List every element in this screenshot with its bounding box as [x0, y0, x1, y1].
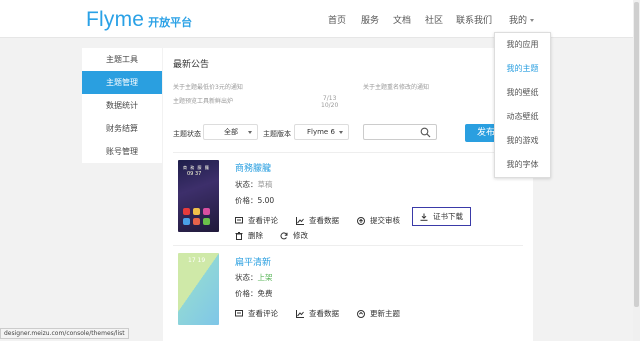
- action-label: 修改: [293, 231, 308, 240]
- action-label: 查看数据: [309, 309, 339, 318]
- notice-item[interactable]: 主题预览工具新鲜出炉: [173, 96, 233, 105]
- view-data-button[interactable]: 查看数据: [296, 215, 339, 226]
- action-label: 提交审核: [370, 216, 400, 225]
- status-select[interactable]: 全部: [203, 124, 258, 140]
- comment-icon: [235, 216, 243, 223]
- sidebar-item-theme-tools[interactable]: 主题工具: [82, 48, 162, 71]
- menu-item-my-wallpapers[interactable]: 我的壁纸: [495, 81, 550, 105]
- notice-item[interactable]: 关于主题最低价3元的通知: [173, 82, 243, 91]
- nav-user-menu[interactable]: 我的: [509, 13, 535, 26]
- theme-name-link[interactable]: 商務朦朧: [235, 161, 271, 174]
- action-label: 更新主题: [370, 309, 400, 318]
- theme-price: 价格：免费: [235, 288, 273, 299]
- refresh-icon: [357, 309, 365, 318]
- status-badge: 上架: [257, 273, 273, 282]
- nav-community[interactable]: 社区: [425, 13, 443, 26]
- menu-item-live-wallpapers[interactable]: 动态壁纸: [495, 105, 550, 129]
- price-label: 价格：: [235, 289, 258, 298]
- action-label: 查看评论: [248, 216, 278, 225]
- brand-subtitle: 开放平台: [148, 16, 193, 29]
- app-icon: [193, 208, 200, 215]
- user-menu-label: 我的: [509, 16, 528, 26]
- chevron-down-icon: [530, 19, 535, 22]
- version-filter-label: 主题版本: [263, 130, 291, 138]
- notice-item[interactable]: 关于主题重名修改的通知: [363, 82, 429, 91]
- certificate-download-button[interactable]: 证书下载: [412, 207, 471, 226]
- app-icon: [183, 208, 190, 215]
- menu-item-my-apps[interactable]: 我的应用: [495, 33, 550, 57]
- status-filter-label: 主题状态: [173, 130, 201, 138]
- sidebar-item-theme-management[interactable]: 主题管理: [82, 71, 162, 94]
- version-select-value: Flyme 6: [307, 128, 335, 136]
- view-comments-button[interactable]: 查看评论: [235, 215, 278, 226]
- menu-item-my-games[interactable]: 我的游戏: [495, 129, 550, 153]
- version-select[interactable]: Flyme 6: [294, 124, 349, 140]
- brand-name: Flyme: [86, 8, 145, 31]
- search-icon: [420, 127, 431, 138]
- chevron-down-icon: [339, 131, 343, 134]
- delete-button[interactable]: 删除: [235, 230, 263, 241]
- notice-date-text: 7/13 10/20: [321, 95, 339, 109]
- refresh-icon: [280, 231, 288, 239]
- download-icon: [420, 213, 428, 221]
- status-label: 状态：: [235, 180, 258, 189]
- chart-icon: [296, 309, 304, 318]
- price-value: 免费: [257, 289, 273, 298]
- app-icon: [203, 208, 210, 215]
- divider: [173, 152, 523, 153]
- view-data-button[interactable]: 查看数据: [296, 308, 339, 319]
- notice-date: 7/13 10/20: [321, 95, 338, 109]
- theme-thumbnail[interactable]: 商 務 朦 朧 09 37: [178, 160, 219, 232]
- theme-price: 价格：5.00: [235, 195, 274, 206]
- sidebar-item-statistics[interactable]: 数据统计: [82, 94, 162, 117]
- app-icon: [183, 218, 190, 225]
- nav-docs[interactable]: 文档: [393, 13, 411, 26]
- menu-item-my-fonts[interactable]: 我的字体: [495, 153, 550, 177]
- trash-icon: [235, 231, 243, 240]
- main-panel: 最新公告 关于主题最低价3元的通知 关于主题重名修改的通知 主题预览工具新鲜出炉…: [163, 48, 533, 341]
- user-dropdown-menu: 我的应用 我的主题 我的壁纸 动态壁纸 我的游戏 我的字体: [494, 32, 551, 178]
- action-label: 删除: [248, 231, 263, 240]
- submit-review-button[interactable]: 提交审核: [357, 215, 400, 226]
- search-input[interactable]: [363, 124, 437, 140]
- menu-item-my-themes[interactable]: 我的主题: [495, 57, 550, 81]
- comment-icon: [235, 309, 243, 316]
- chevron-down-icon: [248, 131, 252, 134]
- scrollbar-thumb[interactable]: [634, 2, 639, 307]
- theme-name-link[interactable]: 扁平清新: [235, 255, 271, 268]
- nav-home[interactable]: 首页: [328, 13, 346, 26]
- upload-icon: [357, 216, 365, 225]
- price-value: 5.00: [257, 196, 275, 205]
- divider: [173, 245, 523, 246]
- sidebar-item-finance[interactable]: 财务结算: [82, 117, 162, 140]
- sidebar-item-account[interactable]: 账号管理: [82, 140, 162, 163]
- app-icon: [203, 218, 210, 225]
- status-bar-url: designer.meizu.com/console/themes/list: [0, 328, 129, 339]
- thumbnail-clock: 17 19: [188, 257, 206, 264]
- status-label: 状态：: [235, 273, 258, 282]
- action-label: 证书下载: [433, 212, 463, 221]
- view-comments-button[interactable]: 查看评论: [235, 308, 278, 319]
- app-icon: [193, 218, 200, 225]
- theme-status: 状态：草稿: [235, 179, 273, 190]
- status-select-value: 全部: [224, 128, 238, 136]
- page-scrollbar[interactable]: [633, 0, 640, 341]
- edit-button[interactable]: 修改: [280, 230, 308, 241]
- action-label: 查看评论: [248, 309, 278, 318]
- update-theme-button[interactable]: 更新主题: [357, 308, 400, 319]
- chart-icon: [296, 216, 304, 225]
- status-badge: 草稿: [257, 180, 273, 189]
- price-label: 价格：: [235, 196, 258, 205]
- theme-thumbnail[interactable]: 17 19: [178, 253, 219, 325]
- sidebar: 主题工具 主题管理 数据统计 财务结算 账号管理: [82, 48, 162, 163]
- notice-title: 最新公告: [173, 60, 210, 70]
- flyme-logo[interactable]: Flyme 开放平台: [86, 8, 192, 32]
- nav-services[interactable]: 服务: [361, 13, 379, 26]
- action-label: 查看数据: [309, 216, 339, 225]
- thumbnail-clock: 09 37: [187, 171, 202, 177]
- theme-status: 状态：上架: [235, 272, 273, 283]
- nav-contact[interactable]: 联系我们: [456, 13, 492, 26]
